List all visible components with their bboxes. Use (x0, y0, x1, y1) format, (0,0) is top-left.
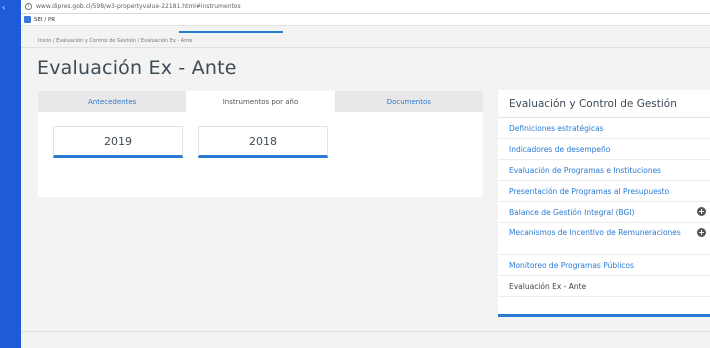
tab-panel: 2019 2018 (38, 112, 483, 197)
footer-divider (21, 331, 710, 332)
sidebar-item-evaluacion-ex-ante[interactable]: Evaluación Ex - Ante (498, 276, 710, 297)
sidebar-item-bgi[interactable]: Balance de Gestión Integral (BGI) + (498, 202, 710, 223)
sidebar-item-label: Balance de Gestión Integral (BGI) (509, 208, 635, 217)
expand-plus-icon[interactable]: + (697, 228, 706, 237)
sidebar-item-label: Evaluación de Programas e Instituciones (509, 166, 662, 175)
browser-window: i www.dipres.gob.cl/598/w3-propertyvalue… (21, 0, 710, 348)
sidebar-item-label: Definiciones estratégicas (509, 124, 604, 133)
sidebar-menu: Evaluación y Control de Gestión Definici… (498, 90, 710, 317)
address-bar[interactable]: i www.dipres.gob.cl/598/w3-propertyvalue… (21, 0, 710, 14)
sidebar-item-label: Mecanismos de Incentivo de Remuneracione… (509, 228, 681, 237)
sidebar-item-mecanismos-incentivo[interactable]: Mecanismos de Incentivo de Remuneracione… (498, 223, 710, 255)
bookmark-icon (24, 16, 31, 23)
breadcrumb: Inicio / Evaluación y Control de Gestión… (21, 34, 710, 48)
sidebar-item-label: Monitoreo de Programas Públicos (509, 261, 634, 270)
year-card-2019[interactable]: 2019 (53, 126, 183, 158)
sidebar-item-monitoreo[interactable]: Monitoreo de Programas Públicos (498, 255, 710, 276)
sidebar-item-label: Presentación de Programas al Presupuesto (509, 187, 670, 196)
bookmark-link[interactable]: SEI / PR (34, 17, 55, 23)
tab-antecedentes[interactable]: Antecedentes (38, 91, 187, 112)
tab-bar: Antecedentes Instrumentos por año Docume… (38, 91, 483, 112)
sidebar-item-presentacion-programas[interactable]: Presentación de Programas al Presupuesto (498, 181, 710, 202)
sidebar-item-label: Evaluación Ex - Ante (509, 282, 587, 291)
sidebar-item-label: Indicadores de desempeño (509, 145, 611, 154)
sidebar-title: Evaluación y Control de Gestión (498, 90, 710, 118)
page-title: Evaluación Ex - Ante (37, 57, 237, 79)
year-card-2018[interactable]: 2018 (198, 126, 328, 158)
sidebar-item-evaluacion-programas[interactable]: Evaluación de Programas e Instituciones (498, 160, 710, 181)
left-window-strip: ‹ (0, 0, 21, 348)
sidebar-item-indicadores[interactable]: Indicadores de desempeño (498, 139, 710, 160)
back-icon[interactable]: ‹ (2, 3, 5, 12)
bookmarks-bar: SEI / PR (21, 14, 710, 26)
tab-documentos[interactable]: Documentos (334, 91, 483, 112)
info-icon[interactable]: i (25, 3, 32, 10)
nav-accent-line (179, 31, 283, 33)
sidebar-item-definiciones[interactable]: Definiciones estratégicas (498, 118, 710, 139)
tab-instrumentos-por-ano[interactable]: Instrumentos por año (186, 91, 335, 112)
url-text[interactable]: www.dipres.gob.cl/598/w3-propertyvalue-2… (36, 3, 241, 10)
expand-plus-icon[interactable]: + (697, 207, 706, 216)
